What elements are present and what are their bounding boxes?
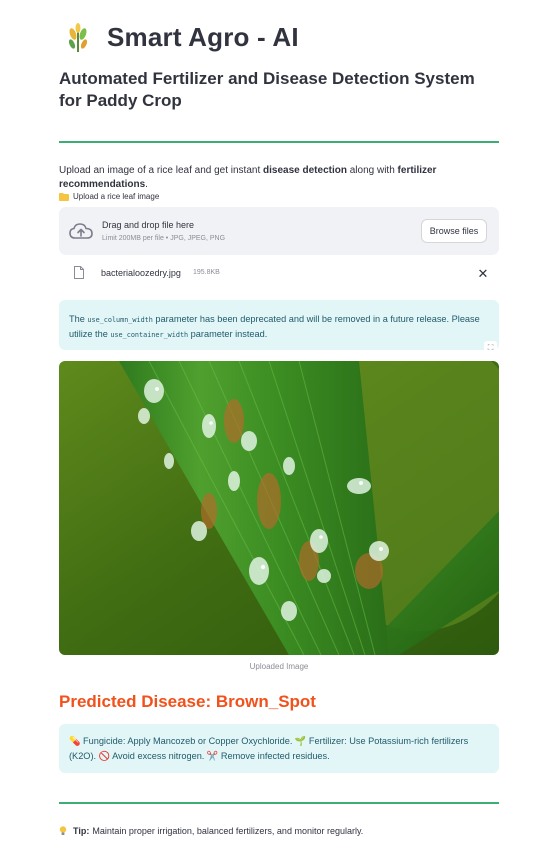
app-title: Smart Agro - AI	[107, 21, 299, 52]
lightbulb-icon	[59, 826, 67, 836]
dropzone-text: Drag and drop file here Limit 200MB per …	[102, 219, 225, 244]
uploaded-leaf-image	[59, 361, 499, 655]
deprecation-text-3: parameter instead.	[188, 329, 268, 339]
deprecation-text-1: The	[69, 314, 88, 324]
cloud-upload-icon	[69, 221, 93, 241]
folder-icon	[59, 192, 69, 201]
intro-middle: along with	[346, 165, 398, 176]
deprecation-info-alert: The use_column_width parameter has been …	[59, 300, 499, 350]
page-subtitle: Automated Fertilizer and Disease Detecti…	[59, 69, 475, 110]
drag-drop-text: Drag and drop file here	[102, 220, 195, 230]
deprecation-code-2: use_container_width	[110, 331, 189, 339]
tip-body: Maintain proper irrigation, balanced fer…	[92, 826, 364, 836]
deprecation-code-1: use_column_width	[87, 316, 153, 324]
file-icon	[74, 266, 84, 279]
remove-file-close-icon[interactable]: ✕	[476, 267, 490, 281]
file-dropzone[interactable]: Drag and drop file here Limit 200MB per …	[59, 207, 499, 255]
file-limit-text: Limit 200MB per file • JPG, JPEG, PNG	[102, 235, 226, 242]
intro-prefix: Upload an image of a rice leaf and get i…	[59, 165, 264, 176]
fullscreen-icon[interactable]: ⛶	[484, 341, 497, 354]
image-caption: Uploaded Image	[249, 662, 309, 671]
intro-suffix: .	[145, 179, 148, 190]
tip-label: Tip:	[73, 826, 90, 836]
upload-label: Upload a rice leaf image	[59, 192, 159, 201]
file-size: 195.8KB	[193, 269, 220, 276]
predicted-disease-heading: Predicted Disease: Brown_Spot	[59, 692, 316, 711]
divider	[59, 141, 499, 143]
divider-bottom	[59, 802, 499, 804]
intro-bold-disease: disease detection	[263, 165, 347, 176]
file-name: bacterialoozedry.jpg	[101, 268, 181, 278]
tip-text: Tip: Maintain proper irrigation, balance…	[59, 826, 363, 836]
recommendation-info-box: 💊 Fungicide: Apply Mancozeb or Copper Ox…	[59, 724, 499, 773]
intro-text: Upload an image of a rice leaf and get i…	[59, 164, 499, 192]
uploaded-file-row: bacterialoozedry.jpg 195.8KB ✕	[59, 262, 499, 286]
title-row: Smart Agro - AI	[59, 20, 299, 54]
upload-label-text: Upload a rice leaf image	[73, 192, 160, 201]
browse-files-button[interactable]: Browse files	[421, 219, 487, 243]
wheat-plant-icon	[65, 22, 91, 52]
